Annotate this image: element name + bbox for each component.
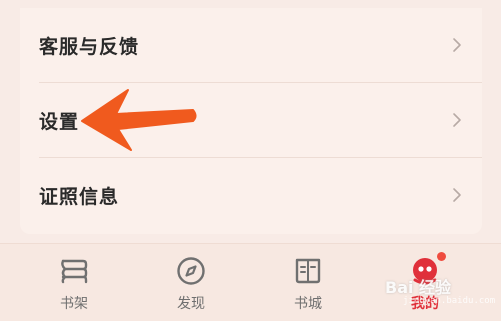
chevron-right-icon — [453, 113, 461, 127]
tab-profile[interactable]: 我的 — [375, 244, 475, 321]
tab-label: 我的 — [411, 296, 439, 312]
compass-icon — [177, 257, 205, 285]
menu-item-settings[interactable]: 设置 — [20, 83, 482, 157]
settings-menu-card: 客服与反馈 设置 证照信息 — [20, 8, 482, 234]
tab-book-store[interactable]: 书城 — [258, 244, 358, 321]
menu-item-label: 设置 — [39, 110, 80, 133]
chevron-right-icon — [453, 188, 461, 202]
tab-bookshelf[interactable]: 书架 — [24, 244, 124, 321]
bookshelf-icon — [61, 259, 88, 284]
menu-item-label: 证照信息 — [39, 185, 120, 208]
bottom-tab-bar: 书架 发现 书城 我的 — [0, 243, 501, 321]
tab-label: 发现 — [177, 296, 205, 312]
tab-label: 书架 — [60, 296, 88, 312]
tab-discover[interactable]: 发现 — [141, 244, 241, 321]
menu-item-license-info[interactable]: 证照信息 — [20, 158, 482, 232]
book-store-icon — [295, 258, 321, 284]
notification-badge — [437, 252, 446, 261]
menu-item-label: 客服与反馈 — [39, 35, 140, 58]
profile-avatar-icon — [413, 258, 437, 285]
chevron-right-icon — [453, 38, 461, 52]
menu-item-customer-service[interactable]: 客服与反馈 — [20, 8, 482, 82]
tab-label: 书城 — [294, 296, 322, 312]
top-strip — [0, 0, 501, 8]
